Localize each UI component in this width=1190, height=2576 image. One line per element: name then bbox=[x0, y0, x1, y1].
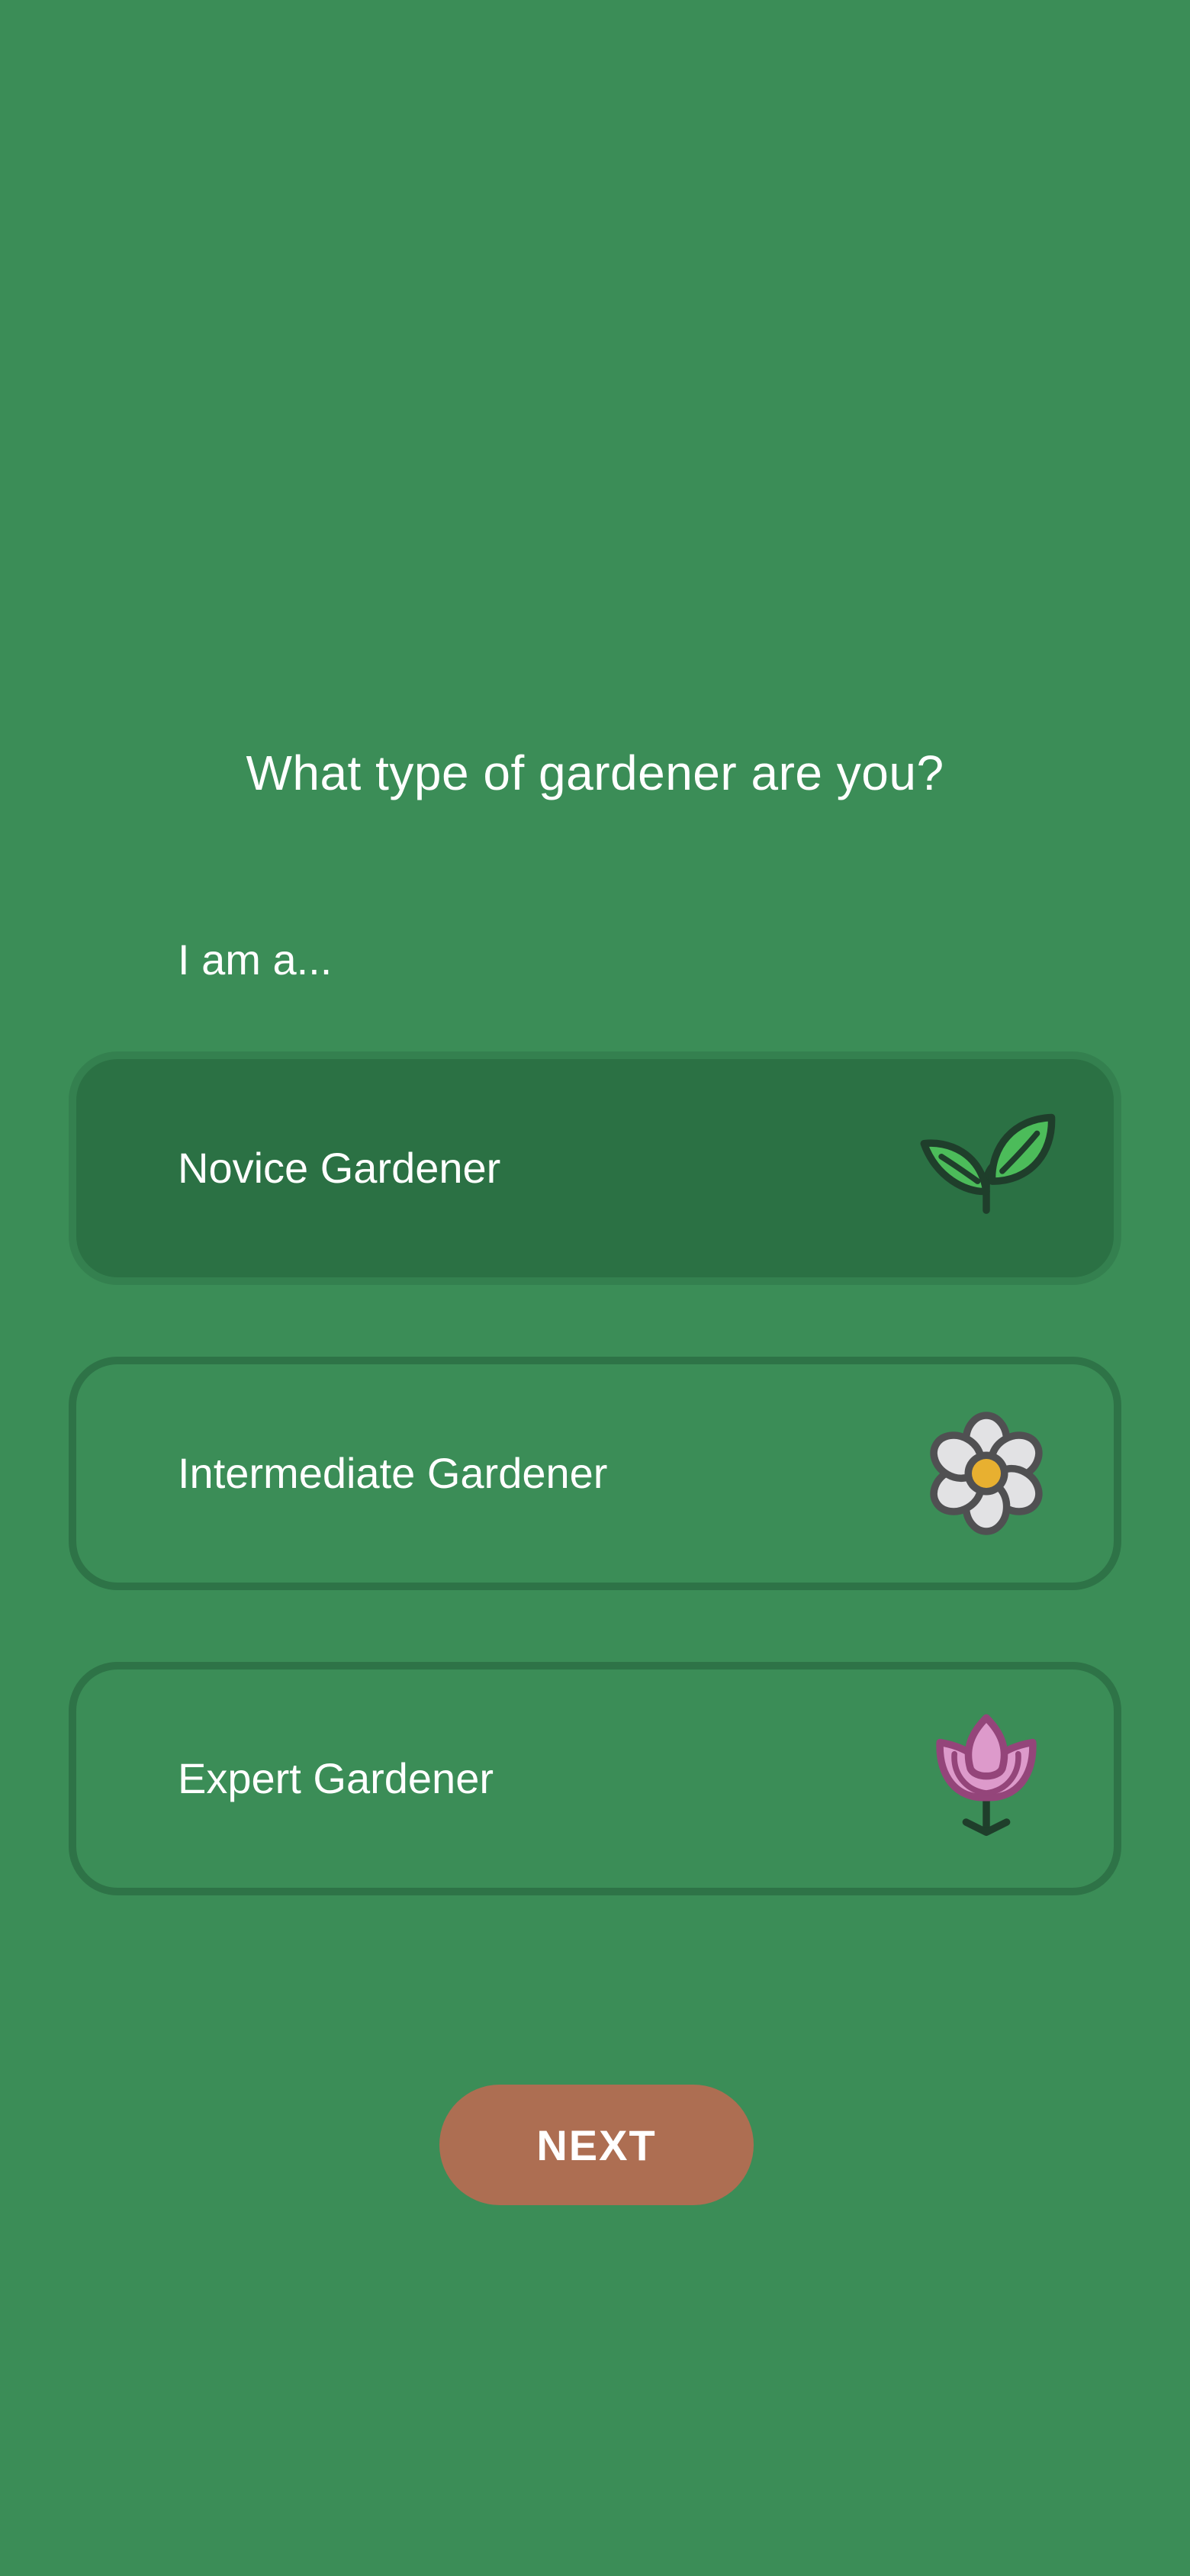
option-label: Intermediate Gardener bbox=[178, 1449, 608, 1497]
option-expert-gardener[interactable]: Expert Gardener bbox=[69, 1662, 1121, 1895]
option-label: Expert Gardener bbox=[178, 1754, 494, 1802]
sprout-icon bbox=[914, 1096, 1059, 1241]
next-button[interactable]: NEXT bbox=[439, 2085, 754, 2205]
option-novice-gardener[interactable]: Novice Gardener bbox=[69, 1051, 1121, 1285]
option-label: Novice Gardener bbox=[178, 1144, 501, 1192]
prompt-label: I am a... bbox=[178, 935, 333, 984]
tulip-icon bbox=[914, 1706, 1059, 1851]
page-title: What type of gardener are you? bbox=[246, 745, 944, 800]
daisy-flower-icon bbox=[914, 1401, 1059, 1546]
option-intermediate-gardener[interactable]: Intermediate Gardener bbox=[69, 1357, 1121, 1590]
